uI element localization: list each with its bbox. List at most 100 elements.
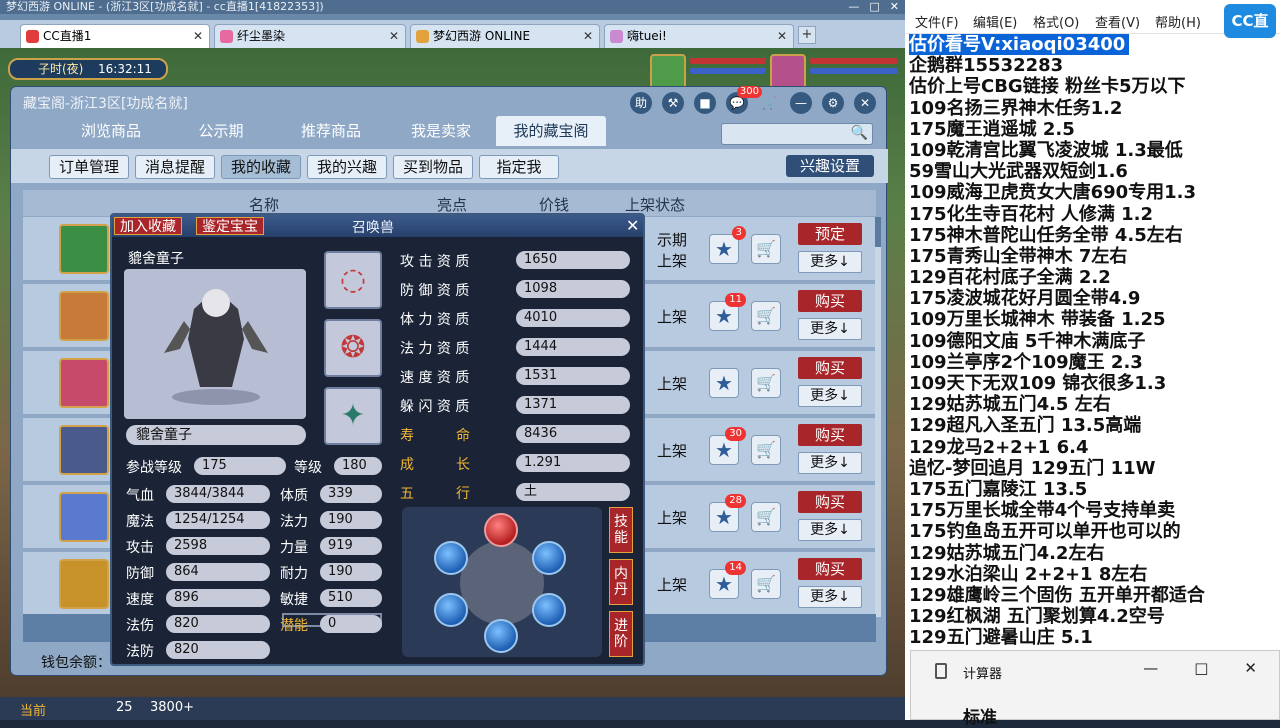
buy-button[interactable]: 购买 (798, 424, 862, 446)
buy-button[interactable]: 购买 (798, 491, 862, 513)
favorite-star-icon[interactable]: ★ 14 (709, 561, 746, 599)
more-button[interactable]: 更多↓ (798, 251, 862, 273)
notepad-text-area[interactable]: 估价看号V:xiaoqi03400 企鹅群15532283 估价上号CBG链接 粉丝… (909, 34, 1279, 648)
cart-icon[interactable]: 🛒 (758, 92, 780, 114)
tab-public[interactable]: 公示期 (166, 116, 276, 146)
stop-icon[interactable]: ■ (694, 92, 716, 114)
search-icon[interactable]: 🔍 (851, 125, 868, 141)
menu-format[interactable]: 格式(O) (1033, 12, 1079, 31)
favorite-star-icon[interactable]: ★ 30 (709, 427, 746, 465)
equip-slot-armor-icon[interactable]: ✦ (324, 387, 382, 445)
close-icon[interactable]: ✕ (854, 92, 876, 114)
item-thumbnail[interactable] (59, 559, 109, 609)
window-title: 梦幻西游 ONLINE - (浙江3区[功成名就] - cc直播1[418223… (0, 0, 905, 14)
equip-slot-necklace-icon[interactable]: ❂ (324, 319, 382, 377)
cart-icon[interactable]: 🛒 (751, 301, 781, 331)
game-tab-icon (416, 30, 429, 43)
inner-dan-button[interactable]: 内丹 (609, 559, 633, 605)
browser-tab-mhxy[interactable]: 梦幻西游 ONLINE ✕ (410, 24, 600, 48)
buy-button[interactable]: 购买 (798, 357, 862, 379)
buy-button[interactable]: 购买 (798, 290, 862, 312)
tab-my-cbg[interactable]: 我的藏宝阁 (496, 116, 606, 146)
more-button[interactable]: 更多↓ (798, 519, 862, 541)
aptitude-value: 1.291 (516, 454, 630, 472)
window-maximize-button[interactable]: □ (869, 0, 879, 14)
favorite-star-icon[interactable]: ★ 28 (709, 494, 746, 532)
cart-icon[interactable]: 🛒 (751, 234, 781, 264)
skills-button[interactable]: 技能 (609, 507, 633, 553)
help-icon[interactable]: 助 (630, 92, 652, 114)
new-tab-button[interactable]: + (798, 26, 816, 44)
skill-orb-icon[interactable] (484, 513, 518, 547)
menu-help[interactable]: 帮助(H) (1155, 12, 1201, 31)
tab-browse[interactable]: 浏览商品 (56, 116, 166, 146)
list-scrollbar[interactable] (875, 217, 881, 617)
skill-orb-icon[interactable] (532, 593, 566, 627)
more-button[interactable]: 更多↓ (798, 318, 862, 340)
more-button[interactable]: 更多↓ (798, 586, 862, 608)
interest-settings-button[interactable]: 兴趣设置 (786, 155, 874, 177)
window-minimize-button[interactable]: — (848, 0, 859, 14)
add-favorite-button[interactable]: 加入收藏 (114, 217, 182, 235)
more-button[interactable]: 更多↓ (798, 385, 862, 407)
menu-file[interactable]: 文件(F) (915, 12, 959, 31)
calc-minimize-button[interactable]: — (1143, 659, 1158, 677)
menu-edit[interactable]: 编辑(E) (973, 12, 1017, 31)
buy-button[interactable]: 预定 (798, 223, 862, 245)
subtab-messages[interactable]: 消息提醒 (135, 155, 215, 179)
scrollbar-thumb[interactable] (875, 217, 881, 247)
cart-icon[interactable]: 🛒 (751, 368, 781, 398)
close-icon[interactable]: ✕ (626, 216, 639, 235)
player-portrait-icon[interactable] (770, 54, 806, 90)
browser-tab-xianchen[interactable]: 纤尘墨染 ✕ (214, 24, 406, 48)
more-button[interactable]: 更多↓ (798, 452, 862, 474)
minimize-icon[interactable]: — (790, 92, 812, 114)
subtab-orders[interactable]: 订单管理 (49, 155, 129, 179)
buy-button[interactable]: 购买 (798, 558, 862, 580)
tab-close-icon[interactable]: ✕ (777, 25, 787, 47)
favorite-star-icon[interactable]: ★ 11 (709, 293, 746, 331)
cart-icon[interactable]: 🛒 (751, 502, 781, 532)
settings-icon[interactable]: ⚙ (822, 92, 844, 114)
browser-tab-tuei[interactable]: 嗨tuei! ✕ (604, 24, 794, 48)
tab-close-icon[interactable]: ✕ (583, 25, 593, 47)
menu-view[interactable]: 查看(V) (1095, 12, 1140, 31)
subtab-favorites[interactable]: 我的收藏 (221, 155, 301, 179)
favorite-star-icon[interactable]: ★ (709, 368, 739, 398)
notepad-line: 129超凡入圣五门 13.5高端 (909, 415, 1279, 436)
advance-button[interactable]: 进阶 (609, 611, 633, 657)
subtab-bought[interactable]: 买到物品 (393, 155, 473, 179)
calc-close-button[interactable]: ✕ (1244, 659, 1257, 677)
subtab-designated[interactable]: 指定我 (479, 155, 559, 179)
notepad-line: 估价上号CBG链接 粉丝卡5万以下 (909, 76, 1279, 97)
search-input[interactable]: 🔍 (721, 123, 873, 145)
pet-model-image (124, 269, 306, 419)
tab-close-icon[interactable]: ✕ (389, 25, 399, 47)
window-close-button[interactable]: ✕ (890, 0, 899, 14)
clock-time: 16:32:11 (98, 62, 152, 76)
item-thumbnail[interactable] (59, 425, 109, 475)
item-thumbnail[interactable] (59, 358, 109, 408)
skill-orb-icon[interactable] (434, 541, 468, 575)
appraise-pet-button[interactable]: 鉴定宝宝 (196, 217, 264, 235)
favorite-star-icon[interactable]: ★ 3 (709, 226, 746, 264)
pet-portrait-icon[interactable] (650, 54, 686, 90)
equip-slot-ring-icon[interactable]: ◌ (324, 251, 382, 309)
tab-seller[interactable]: 我是卖家 (386, 116, 496, 146)
skill-orb-icon[interactable] (434, 593, 468, 627)
cart-icon[interactable]: 🛒 (751, 435, 781, 465)
cart-icon[interactable]: 🛒 (751, 569, 781, 599)
skill-orb-icon[interactable] (484, 619, 518, 653)
item-thumbnail[interactable] (59, 291, 109, 341)
item-thumbnail[interactable] (59, 224, 109, 274)
hammer-icon[interactable]: ⚒ (662, 92, 684, 114)
skill-orb-icon[interactable] (532, 541, 566, 575)
subtab-interests[interactable]: 我的兴趣 (307, 155, 387, 179)
item-thumbnail[interactable] (59, 492, 109, 542)
tab-recommend[interactable]: 推荐商品 (276, 116, 386, 146)
calc-maximize-button[interactable]: □ (1194, 659, 1208, 677)
tab-close-icon[interactable]: ✕ (193, 25, 203, 47)
chat-icon[interactable]: 💬 300 (726, 86, 762, 114)
browser-tab-cc[interactable]: CC直播1 ✕ (20, 24, 210, 48)
current-channel-label[interactable]: 当前 (20, 700, 46, 719)
